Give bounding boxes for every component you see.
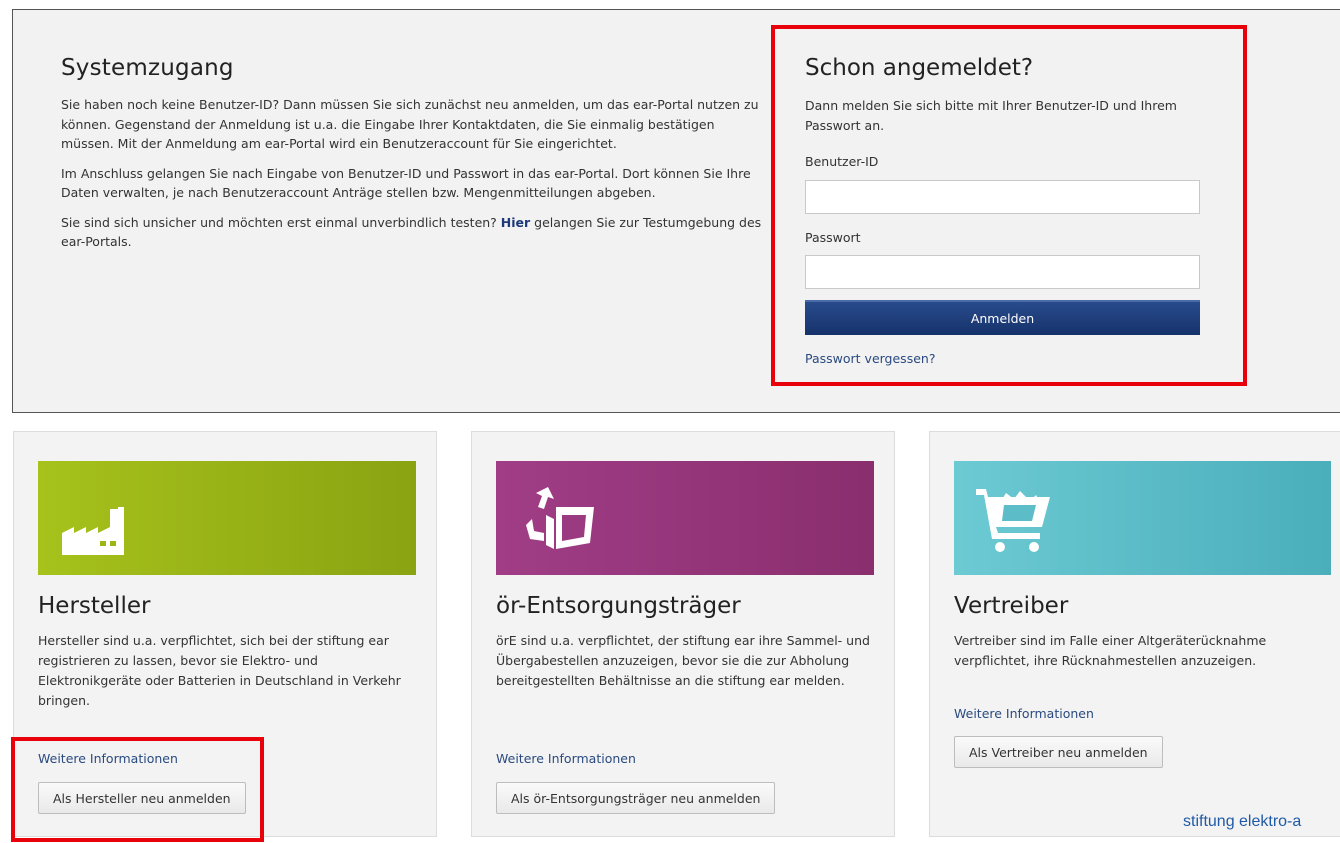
card-oer-entsorgungstraeger: ör-Entsorgungsträger örE sind u.a. verpf… [471, 431, 895, 837]
oer-banner [496, 461, 874, 575]
systemzugang-title: Systemzugang [61, 55, 234, 81]
oer-more-info-link[interactable]: Weitere Informationen [496, 751, 636, 766]
vertreiber-more-info-link[interactable]: Weitere Informationen [954, 706, 1094, 721]
hersteller-banner [38, 461, 416, 575]
systemzugang-paragraph-1: Sie haben noch keine Benutzer-ID? Dann m… [61, 97, 759, 151]
card-oer-text: örE sind u.a. verpflichtet, der stiftung… [496, 633, 870, 688]
card-hersteller-text: Hersteller sind u.a. verpflichtet, sich … [38, 633, 401, 708]
shopping-cart-icon [976, 489, 1050, 552]
paragraph-3-start: Sie sind sich unsicher und möchten erst … [61, 214, 501, 230]
recycling-container-icon [526, 487, 594, 549]
register-oer-button[interactable]: Als ör-Entsorgungsträger neu anmelden [496, 782, 776, 814]
systemzugang-paragraph-2: Im Anschluss gelangen Sie nach Eingabe v… [61, 165, 751, 201]
register-highlight-box [11, 737, 264, 842]
vertreiber-banner [954, 461, 1331, 575]
test-environment-link[interactable]: Hier [501, 215, 530, 230]
card-vertreiber: Vertreiber Vertreiber sind im Falle eine… [929, 431, 1340, 837]
systemzugang-paragraph-3: Sie sind sich unsicher und möchten erst … [61, 213, 766, 252]
factory-icon [62, 507, 124, 555]
login-highlight-box [771, 25, 1247, 386]
card-hersteller-title: Hersteller [38, 593, 151, 619]
footer-brand-text: stiftung elektro-a [1183, 813, 1302, 830]
card-vertreiber-text: Vertreiber sind im Falle einer Altgeräte… [954, 633, 1267, 668]
register-vertreiber-button[interactable]: Als Vertreiber neu anmelden [954, 736, 1163, 768]
card-oer-title: ör-Entsorgungsträger [496, 593, 741, 619]
card-vertreiber-title: Vertreiber [954, 593, 1069, 619]
systemzugang-description: Sie haben noch keine Benutzer-ID? Dann m… [61, 95, 766, 262]
